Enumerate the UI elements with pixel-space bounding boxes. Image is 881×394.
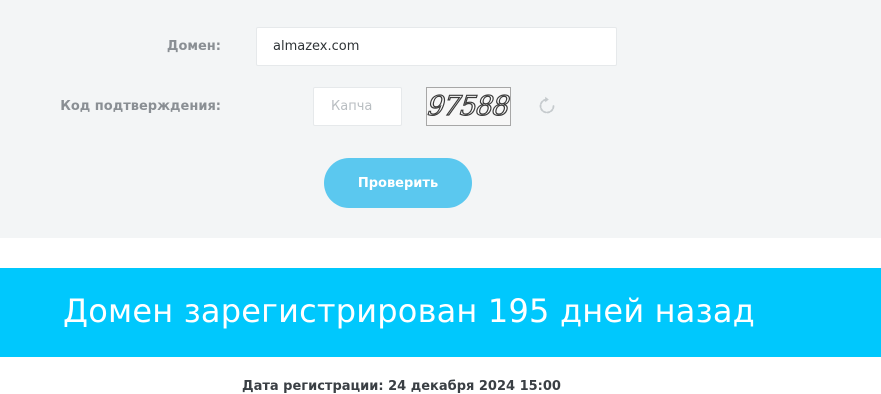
whois-form-panel: Домен: Код подтверждения: 97588 Проверит… [0, 0, 881, 238]
captcha-image: 97588 [426, 87, 511, 126]
refresh-icon[interactable] [536, 95, 558, 117]
domain-label: Домен: [166, 39, 221, 54]
domain-input[interactable] [256, 27, 617, 66]
result-title: Домен зарегистрирован 195 дней назад [63, 292, 755, 330]
registration-date: Дата регистрации: 24 декабря 2024 15:00 [242, 379, 561, 394]
result-banner: Домен зарегистрирован 195 дней назад [0, 268, 881, 357]
captcha-label: Код подтверждения: [60, 99, 221, 114]
captcha-input[interactable] [313, 87, 402, 126]
check-button[interactable]: Проверить [324, 158, 472, 208]
captcha-image-text: 97588 [426, 90, 511, 122]
